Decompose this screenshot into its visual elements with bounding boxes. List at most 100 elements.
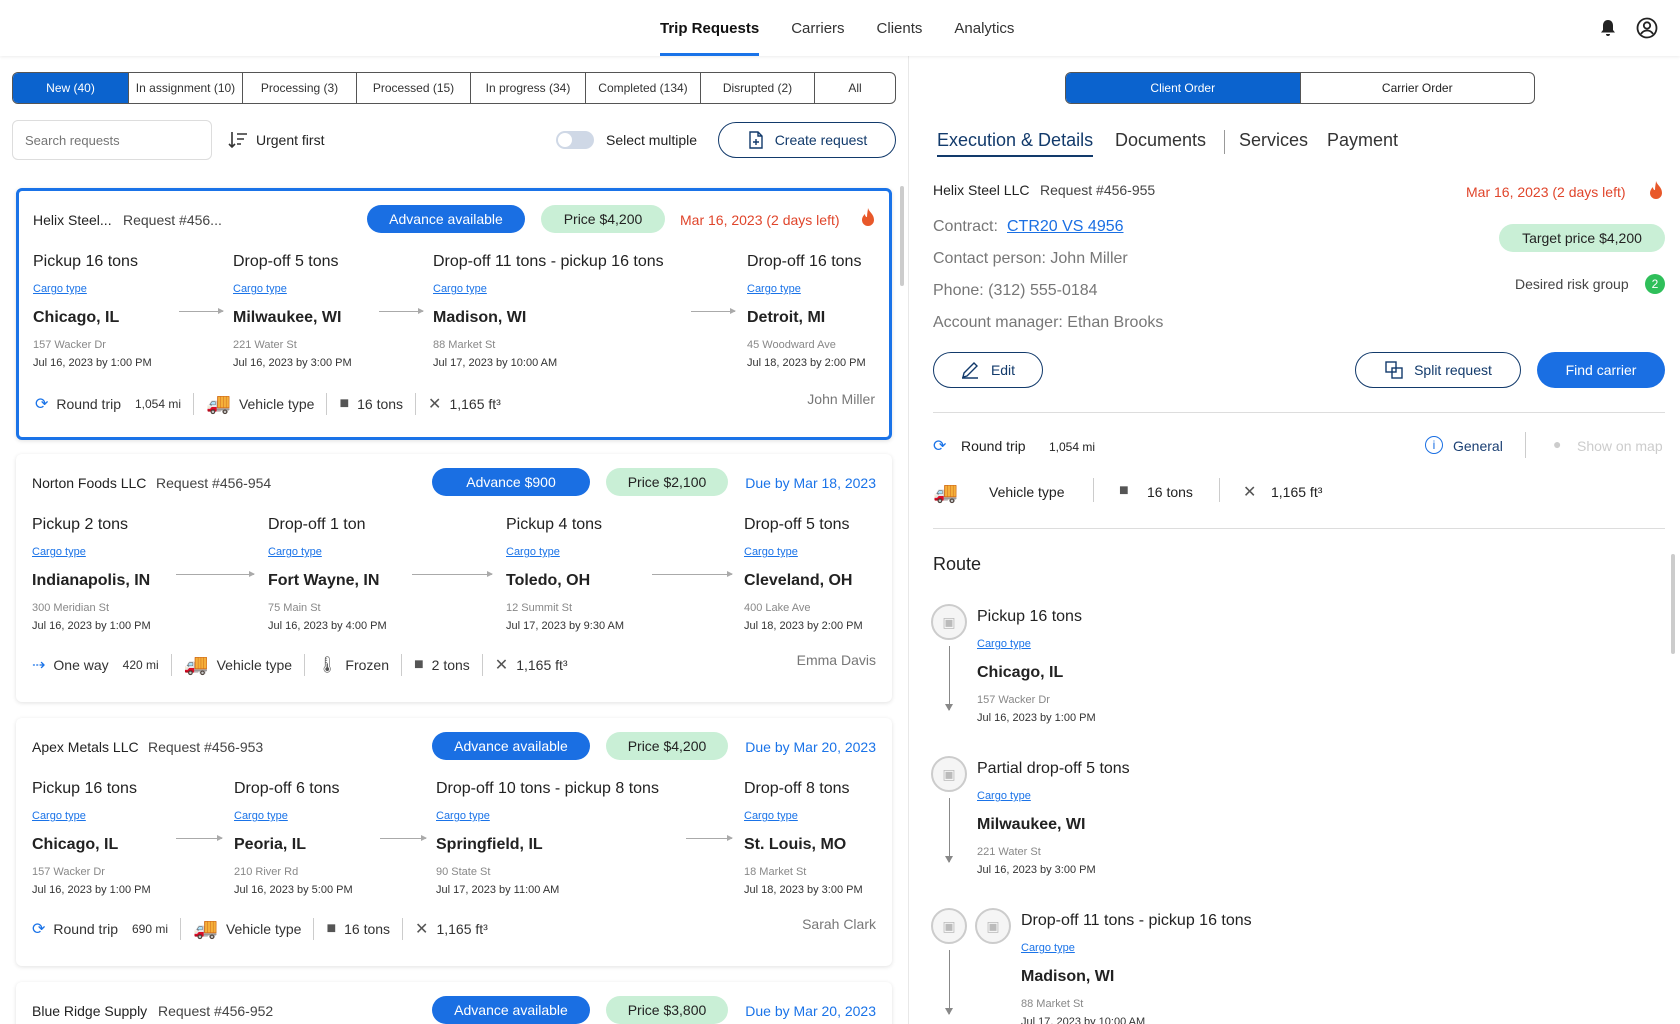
stop-title: Drop-off 11 tons - pickup 16 tons <box>1021 912 1252 929</box>
stop-city: Chicago, IL <box>977 664 1064 681</box>
bell-icon[interactable] <box>1598 18 1618 38</box>
tab-execution-details[interactable]: Execution & Details <box>937 130 1094 157</box>
stop-datetime: Jul 17, 2023 by 10:00 AM <box>433 357 558 369</box>
request-card[interactable]: Blue Ridge Supply Request #456-952 Advan… <box>16 982 892 1024</box>
sort-icon[interactable] <box>228 131 248 149</box>
stop-address: 300 Meridian St <box>32 602 110 614</box>
cargo-type-link[interactable]: Cargo type <box>1021 942 1252 954</box>
request-id: Request #456-953 <box>148 739 264 755</box>
tab-processing[interactable]: Processing (3) <box>243 73 357 103</box>
volume-icon: ✕ <box>428 395 442 413</box>
tab-all[interactable]: All <box>815 73 895 103</box>
advance-badge: Advance available <box>432 732 590 760</box>
cargo-type-link[interactable]: Cargo type <box>268 546 387 558</box>
cargo-type-link[interactable]: Cargo type <box>32 546 151 558</box>
carrier-order-tab[interactable]: Carrier Order <box>1299 73 1535 103</box>
show-on-map-link[interactable]: Show on map <box>1577 438 1663 454</box>
stop-address: 210 River Rd <box>234 866 299 878</box>
volume-icon: ✕ <box>494 656 509 674</box>
tab-in-progress[interactable]: In progress (34) <box>471 73 586 103</box>
tab-processed[interactable]: Processed (15) <box>357 73 471 103</box>
contract-link[interactable]: CTR20 VS 4956 <box>1007 218 1124 236</box>
due-date: Due by Mar 18, 2023 <box>745 475 876 491</box>
create-request-button[interactable]: Create request <box>718 122 896 158</box>
create-request-label: Create request <box>774 132 868 148</box>
cargo-type-link[interactable]: Cargo type <box>436 810 659 822</box>
nav-analytics[interactable]: Analytics <box>954 20 1014 56</box>
client-order-tab[interactable]: Client Order <box>1066 73 1300 103</box>
vehicle-type: Vehicle type <box>225 920 302 937</box>
cargo-type-link[interactable]: Cargo type <box>33 283 152 295</box>
price-badge: Price $3,800 <box>606 996 728 1024</box>
detail-vehicle-type: Vehicle type <box>989 484 1065 500</box>
cargo-type-link[interactable]: Cargo type <box>433 283 664 295</box>
map-pin-icon: ● <box>1553 436 1562 452</box>
risk-group-label: Desired risk group <box>1515 276 1629 292</box>
cargo-type-link[interactable]: Cargo type <box>233 283 352 295</box>
cargo-type-link[interactable]: Cargo type <box>744 546 863 558</box>
cargo-type-link[interactable]: Cargo type <box>747 283 866 295</box>
tab-payment[interactable]: Payment <box>1327 130 1398 151</box>
top-bar: Trip Requests Carriers Clients Analytics <box>0 0 1680 56</box>
nav-carriers[interactable]: Carriers <box>791 20 844 56</box>
stop-title: Pickup 16 tons <box>977 608 1082 625</box>
cargo-type-link[interactable]: Cargo type <box>234 810 353 822</box>
stop-datetime: Jul 17, 2023 by 11:00 AM <box>436 884 560 896</box>
cargo-type-link[interactable]: Cargo type <box>32 810 151 822</box>
weight: 16 tons <box>357 395 404 412</box>
temperature-mode: Frozen <box>345 656 389 673</box>
nav-trip-requests[interactable]: Trip Requests <box>660 20 760 56</box>
split-label: Split request <box>1414 362 1492 378</box>
cargo-type-link[interactable]: Cargo type <box>506 546 624 558</box>
edit-label: Edit <box>990 362 1016 378</box>
risk-group-badge: 2 <box>1645 274 1665 294</box>
edit-button[interactable]: Edit <box>933 352 1043 388</box>
request-card[interactable]: Norton Foods LLC Request #456-954 Advanc… <box>16 454 892 702</box>
distance: 1,054 mi <box>135 396 182 411</box>
stop-address: 157 Wacker Dr <box>33 339 106 351</box>
urgent-first-toggle[interactable]: Urgent first <box>256 132 324 148</box>
separator <box>1219 478 1220 502</box>
cargo-type-link[interactable]: Cargo type <box>744 810 863 822</box>
user-avatar-icon[interactable] <box>1636 17 1658 39</box>
request-card[interactable]: Apex Metals LLC Request #456-953 Advance… <box>16 718 892 966</box>
search-input[interactable] <box>12 120 212 160</box>
cargo-type-link[interactable]: Cargo type <box>977 790 1130 802</box>
tab-services[interactable]: Services <box>1239 130 1308 151</box>
contact-person: Contact person: John Miller <box>933 250 1128 267</box>
select-multiple-switch[interactable] <box>556 131 594 149</box>
client-name: Norton Foods LLC <box>32 475 147 491</box>
request-id: Request #456-952 <box>158 1003 274 1019</box>
stop-datetime: Jul 18, 2023 by 2:00 PM <box>747 357 866 369</box>
fire-icon <box>862 208 874 226</box>
advance-badge: Advance $900 <box>432 468 590 496</box>
advance-badge: Advance available <box>367 205 525 233</box>
stop-4: Drop-off 8 tons Cargo type St. Louis, MO… <box>744 780 863 896</box>
nav-clients[interactable]: Clients <box>877 20 923 56</box>
request-card[interactable]: Helix Steel... Request #456... Advance a… <box>16 188 892 440</box>
trip-type: Round trip <box>56 395 121 412</box>
split-request-button[interactable]: Split request <box>1355 352 1521 388</box>
stop-1: Pickup 2 tons Cargo type Indianapolis, I… <box>32 516 151 632</box>
info-icon: i <box>1425 436 1443 454</box>
client-name: Helix Steel... <box>33 212 112 228</box>
detail-scrollbar[interactable] <box>1671 554 1675 654</box>
round-trip-icon: ⟳ <box>32 920 46 938</box>
general-link[interactable]: General <box>1453 438 1503 454</box>
tab-new[interactable]: New (40) <box>13 73 129 103</box>
requests-panel: New (40) In assignment (10) Processing (… <box>0 56 908 1024</box>
tab-documents[interactable]: Documents <box>1115 130 1206 151</box>
tab-in-assignment[interactable]: In assignment (10) <box>129 73 243 103</box>
cargo-type-link[interactable]: Cargo type <box>977 638 1096 650</box>
find-carrier-button[interactable]: Find carrier <box>1537 352 1665 388</box>
distance: 690 mi <box>132 921 169 936</box>
list-scrollbar[interactable] <box>900 186 904 286</box>
trip-info-row: ⇢ One way 420 mi 🚚 Vehicle type 🌡 Frozen… <box>32 652 568 677</box>
round-trip-icon: ⟳ <box>35 395 49 413</box>
route-arrow <box>379 308 424 314</box>
select-multiple-label: Select multiple <box>606 132 698 148</box>
tab-completed[interactable]: Completed (134) <box>586 73 701 103</box>
due-date: Due by Mar 20, 2023 <box>745 739 876 755</box>
route-arrow <box>691 308 736 314</box>
tab-disrupted[interactable]: Disrupted (2) <box>701 73 815 103</box>
